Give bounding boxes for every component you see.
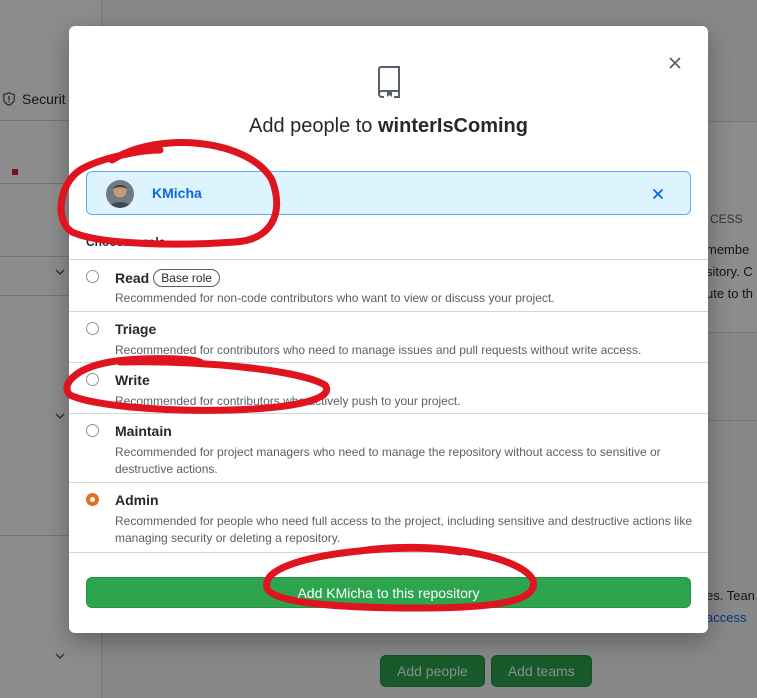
role-heading: Choose a role: [86, 235, 166, 249]
role-option-write[interactable]: Write Recommended for contributors who a…: [69, 363, 708, 414]
role-description: Recommended for people who need full acc…: [115, 514, 692, 545]
close-icon[interactable]: [666, 54, 684, 72]
radio-read[interactable]: [86, 270, 99, 283]
role-option-triage[interactable]: Triage Recommended for contributors who …: [69, 312, 708, 363]
dialog-footer: Add KMicha to this repository: [69, 552, 708, 634]
selected-user-name: KMicha: [152, 185, 202, 201]
radio-triage[interactable]: [86, 322, 99, 335]
add-people-dialog: Add people to winterIsComing KMicha Choo…: [69, 26, 708, 633]
role-option-maintain[interactable]: Maintain Recommended for project manager…: [69, 414, 708, 483]
radio-maintain[interactable]: [86, 424, 99, 437]
repo-icon: [378, 66, 400, 98]
role-description: Recommended for contributors who activel…: [115, 394, 461, 408]
selected-user-chip: KMicha: [86, 171, 691, 215]
role-name: Read Base role: [115, 269, 220, 287]
dialog-title-prefix: Add people to: [248, 115, 378, 137]
radio-admin[interactable]: [86, 493, 99, 506]
add-collaborator-button[interactable]: Add KMicha to this repository: [86, 577, 691, 608]
role-option-read[interactable]: Read Base role Recommended for non-code c…: [69, 260, 708, 312]
remove-user-icon[interactable]: [652, 188, 664, 200]
avatar: [106, 180, 134, 208]
role-name: Triage: [115, 321, 157, 337]
role-option-admin[interactable]: Admin Recommended for people who need fu…: [69, 483, 708, 552]
repo-name: winterIsComing: [377, 115, 528, 137]
base-role-badge: Base role: [153, 269, 220, 287]
role-name: Write: [115, 372, 150, 388]
radio-write[interactable]: [86, 373, 99, 386]
role-description: Recommended for non-code contributors wh…: [115, 291, 555, 305]
dialog-title: Add people to winterIsComing: [69, 115, 708, 138]
role-list: Read Base role Recommended for non-code c…: [69, 259, 708, 552]
role-description: Recommended for contributors who need to…: [115, 343, 642, 357]
role-name-text: Read: [115, 270, 150, 286]
role-name: Admin: [115, 492, 159, 508]
role-description: Recommended for project managers who nee…: [115, 445, 661, 476]
role-name: Maintain: [115, 423, 172, 439]
